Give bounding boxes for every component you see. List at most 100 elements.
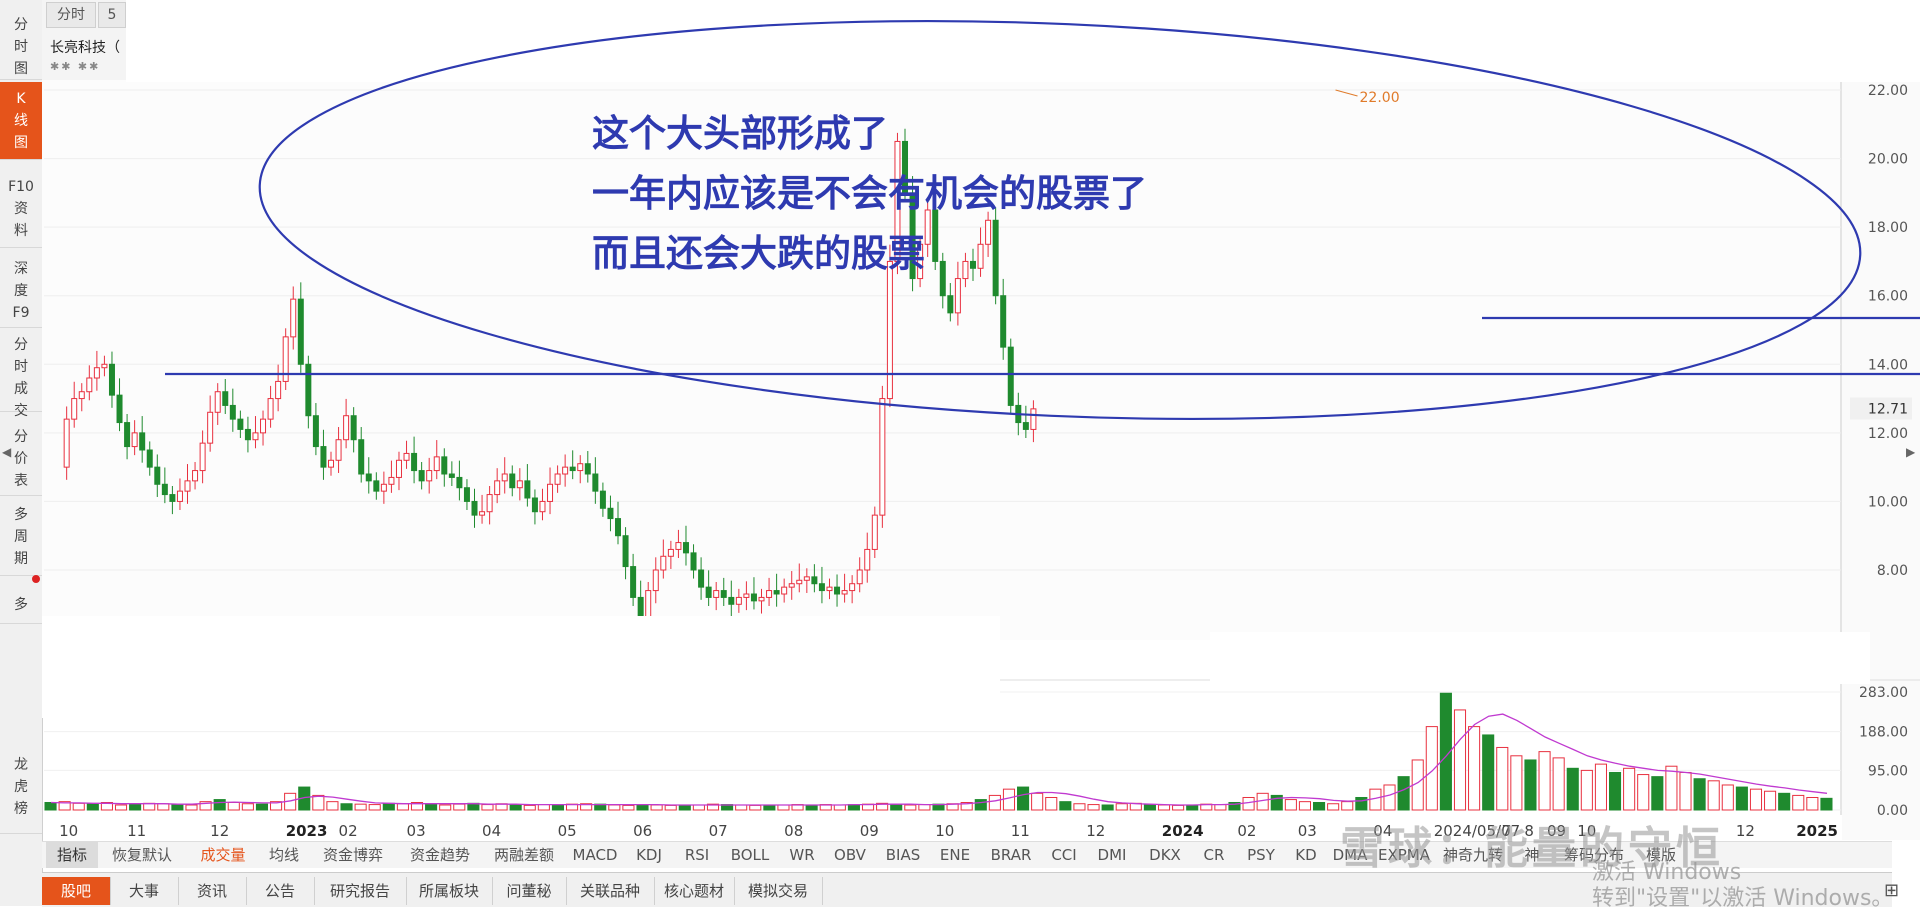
candle-body xyxy=(426,470,433,482)
indicator-12[interactable]: OBV xyxy=(824,842,876,868)
candle-body xyxy=(622,535,629,568)
volume-bar xyxy=(213,799,226,811)
volume-bar xyxy=(368,804,381,811)
volume-bar xyxy=(1425,726,1438,811)
bottom-tab-8[interactable]: 核心题材 xyxy=(654,877,735,905)
candle-body xyxy=(403,452,410,461)
indicator-7[interactable]: MACD xyxy=(566,842,624,868)
indicator-14[interactable]: ENE xyxy=(930,842,980,868)
sidebar-item-1[interactable]: K 线 图 xyxy=(0,82,42,160)
sidebar-item-6[interactable]: 多 周 期 xyxy=(0,498,42,576)
volume-bar xyxy=(833,804,846,811)
scroll-right-icon[interactable]: ▶ xyxy=(1906,445,1915,459)
volume-bar xyxy=(777,804,790,811)
indicator-5[interactable]: 资金趋势 xyxy=(398,842,482,868)
candle-body xyxy=(290,298,297,338)
candle-body xyxy=(849,583,856,592)
candle-body xyxy=(71,398,78,420)
indicator-9[interactable]: RSI xyxy=(674,842,720,868)
indicator-22[interactable]: DMA xyxy=(1326,842,1374,868)
volume-bar xyxy=(425,803,438,811)
indicator-8[interactable]: KDJ xyxy=(624,842,674,868)
indicator-10[interactable]: BOLL xyxy=(720,842,780,868)
candle-body xyxy=(856,569,863,585)
candle-body xyxy=(615,518,622,537)
indicator-27[interactable]: 模版 xyxy=(1636,842,1686,868)
bottom-tab-3[interactable]: 公告 xyxy=(246,877,315,905)
indicator-16[interactable]: CCI xyxy=(1042,842,1086,868)
volume-bar xyxy=(551,804,564,811)
indicator-15[interactable]: BRAR xyxy=(980,842,1042,868)
sidebar-item-2[interactable]: F10 资 料 xyxy=(0,170,42,248)
volume-tick-label: 0.00 xyxy=(1877,803,1908,819)
volume-bar xyxy=(1721,784,1734,811)
indicator-24[interactable]: 神奇九转 xyxy=(1434,842,1512,868)
indicator-2[interactable]: 成交量 xyxy=(186,842,260,868)
indicator-3[interactable]: 均线 xyxy=(260,842,308,868)
candle-body xyxy=(267,398,274,420)
indicator-17[interactable]: DMI xyxy=(1086,842,1138,868)
bottom-tab-1[interactable]: 大事 xyxy=(110,877,179,905)
candle-body xyxy=(766,590,773,598)
indicator-0[interactable]: 指标 xyxy=(46,842,98,868)
indicator-11[interactable]: WR xyxy=(780,842,824,868)
bottom-tab-7[interactable]: 关联品种 xyxy=(566,877,655,905)
bottom-tab-0[interactable]: 股吧 xyxy=(42,877,111,905)
sidebar-item-8[interactable]: 龙 虎 榜 xyxy=(0,748,42,834)
candle-body xyxy=(139,432,146,451)
candle-body xyxy=(834,586,841,595)
bottom-tab-6[interactable]: 问董秘 xyxy=(492,877,567,905)
candle-body xyxy=(479,511,486,516)
kline-chart[interactable]: 22.00 20.00 18.00 16.00 14.00 12.00 10.00 8.00 2… xyxy=(42,0,1920,840)
volume-bar xyxy=(1298,801,1312,811)
candle-body xyxy=(796,579,803,585)
white-overlay-right xyxy=(1210,632,1870,684)
indicator-4[interactable]: 资金博弈 xyxy=(308,842,398,868)
bottom-tab-2[interactable]: 资讯 xyxy=(178,877,247,905)
indicator-25[interactable]: 神 xyxy=(1512,842,1552,868)
resize-icon[interactable]: ⊞ xyxy=(1884,880,1899,901)
price-panel xyxy=(42,80,1842,640)
candle-body xyxy=(116,394,123,424)
candle-body xyxy=(486,494,493,513)
indicator-18[interactable]: DKX xyxy=(1138,842,1192,868)
sidebar-item-3[interactable]: 深 度 F9 xyxy=(0,252,42,328)
candle-body xyxy=(252,432,259,441)
volume-bar xyxy=(1115,803,1128,811)
volume-bar xyxy=(86,803,99,811)
scroll-left-icon[interactable]: ◀ xyxy=(2,445,11,459)
volume-bar xyxy=(805,804,818,811)
candle-body xyxy=(660,555,667,571)
indicator-26[interactable]: 筹码分布 xyxy=(1552,842,1636,868)
price-tick-label: 10.00 xyxy=(1868,494,1908,510)
bottom-tab-9[interactable]: 模拟交易 xyxy=(734,877,823,905)
candle-body xyxy=(871,514,878,550)
candle-body xyxy=(192,470,199,482)
bottom-tab-4[interactable]: 研究报告 xyxy=(314,877,407,905)
indicator-1[interactable]: 恢复默认 xyxy=(98,842,186,868)
volume-bar xyxy=(1242,796,1255,811)
sidebar-item-7[interactable]: 多 xyxy=(0,588,42,624)
volume-bar xyxy=(1087,804,1100,811)
indicator-6[interactable]: 两融差额 xyxy=(482,842,566,868)
x-tick-label: 2024 xyxy=(1162,822,1204,840)
x-tick-label: 2025 xyxy=(1796,822,1838,840)
indicator-21[interactable]: KD xyxy=(1286,842,1326,868)
indicator-20[interactable]: PSY xyxy=(1236,842,1286,868)
volume-bar xyxy=(1327,803,1340,811)
bottom-tab-5[interactable]: 所属板块 xyxy=(406,877,493,905)
x-tick-label: 09 xyxy=(860,822,879,840)
indicator-19[interactable]: CR xyxy=(1192,842,1236,868)
indicator-23[interactable]: EXPMA xyxy=(1374,842,1434,868)
volume-bar xyxy=(1468,726,1481,811)
indicator-13[interactable]: BIAS xyxy=(876,842,930,868)
volume-bar xyxy=(1552,757,1565,811)
candle-body xyxy=(667,548,674,557)
current-price-label: 12.71 xyxy=(1868,402,1908,418)
candle-body xyxy=(161,483,168,496)
sidebar-item-4[interactable]: 分 时 成 交 xyxy=(0,328,42,419)
candle-body xyxy=(260,418,267,434)
sidebar-item-0[interactable]: 分 时 图 xyxy=(0,8,42,80)
candle-body xyxy=(93,367,100,379)
candle-body xyxy=(108,363,115,396)
